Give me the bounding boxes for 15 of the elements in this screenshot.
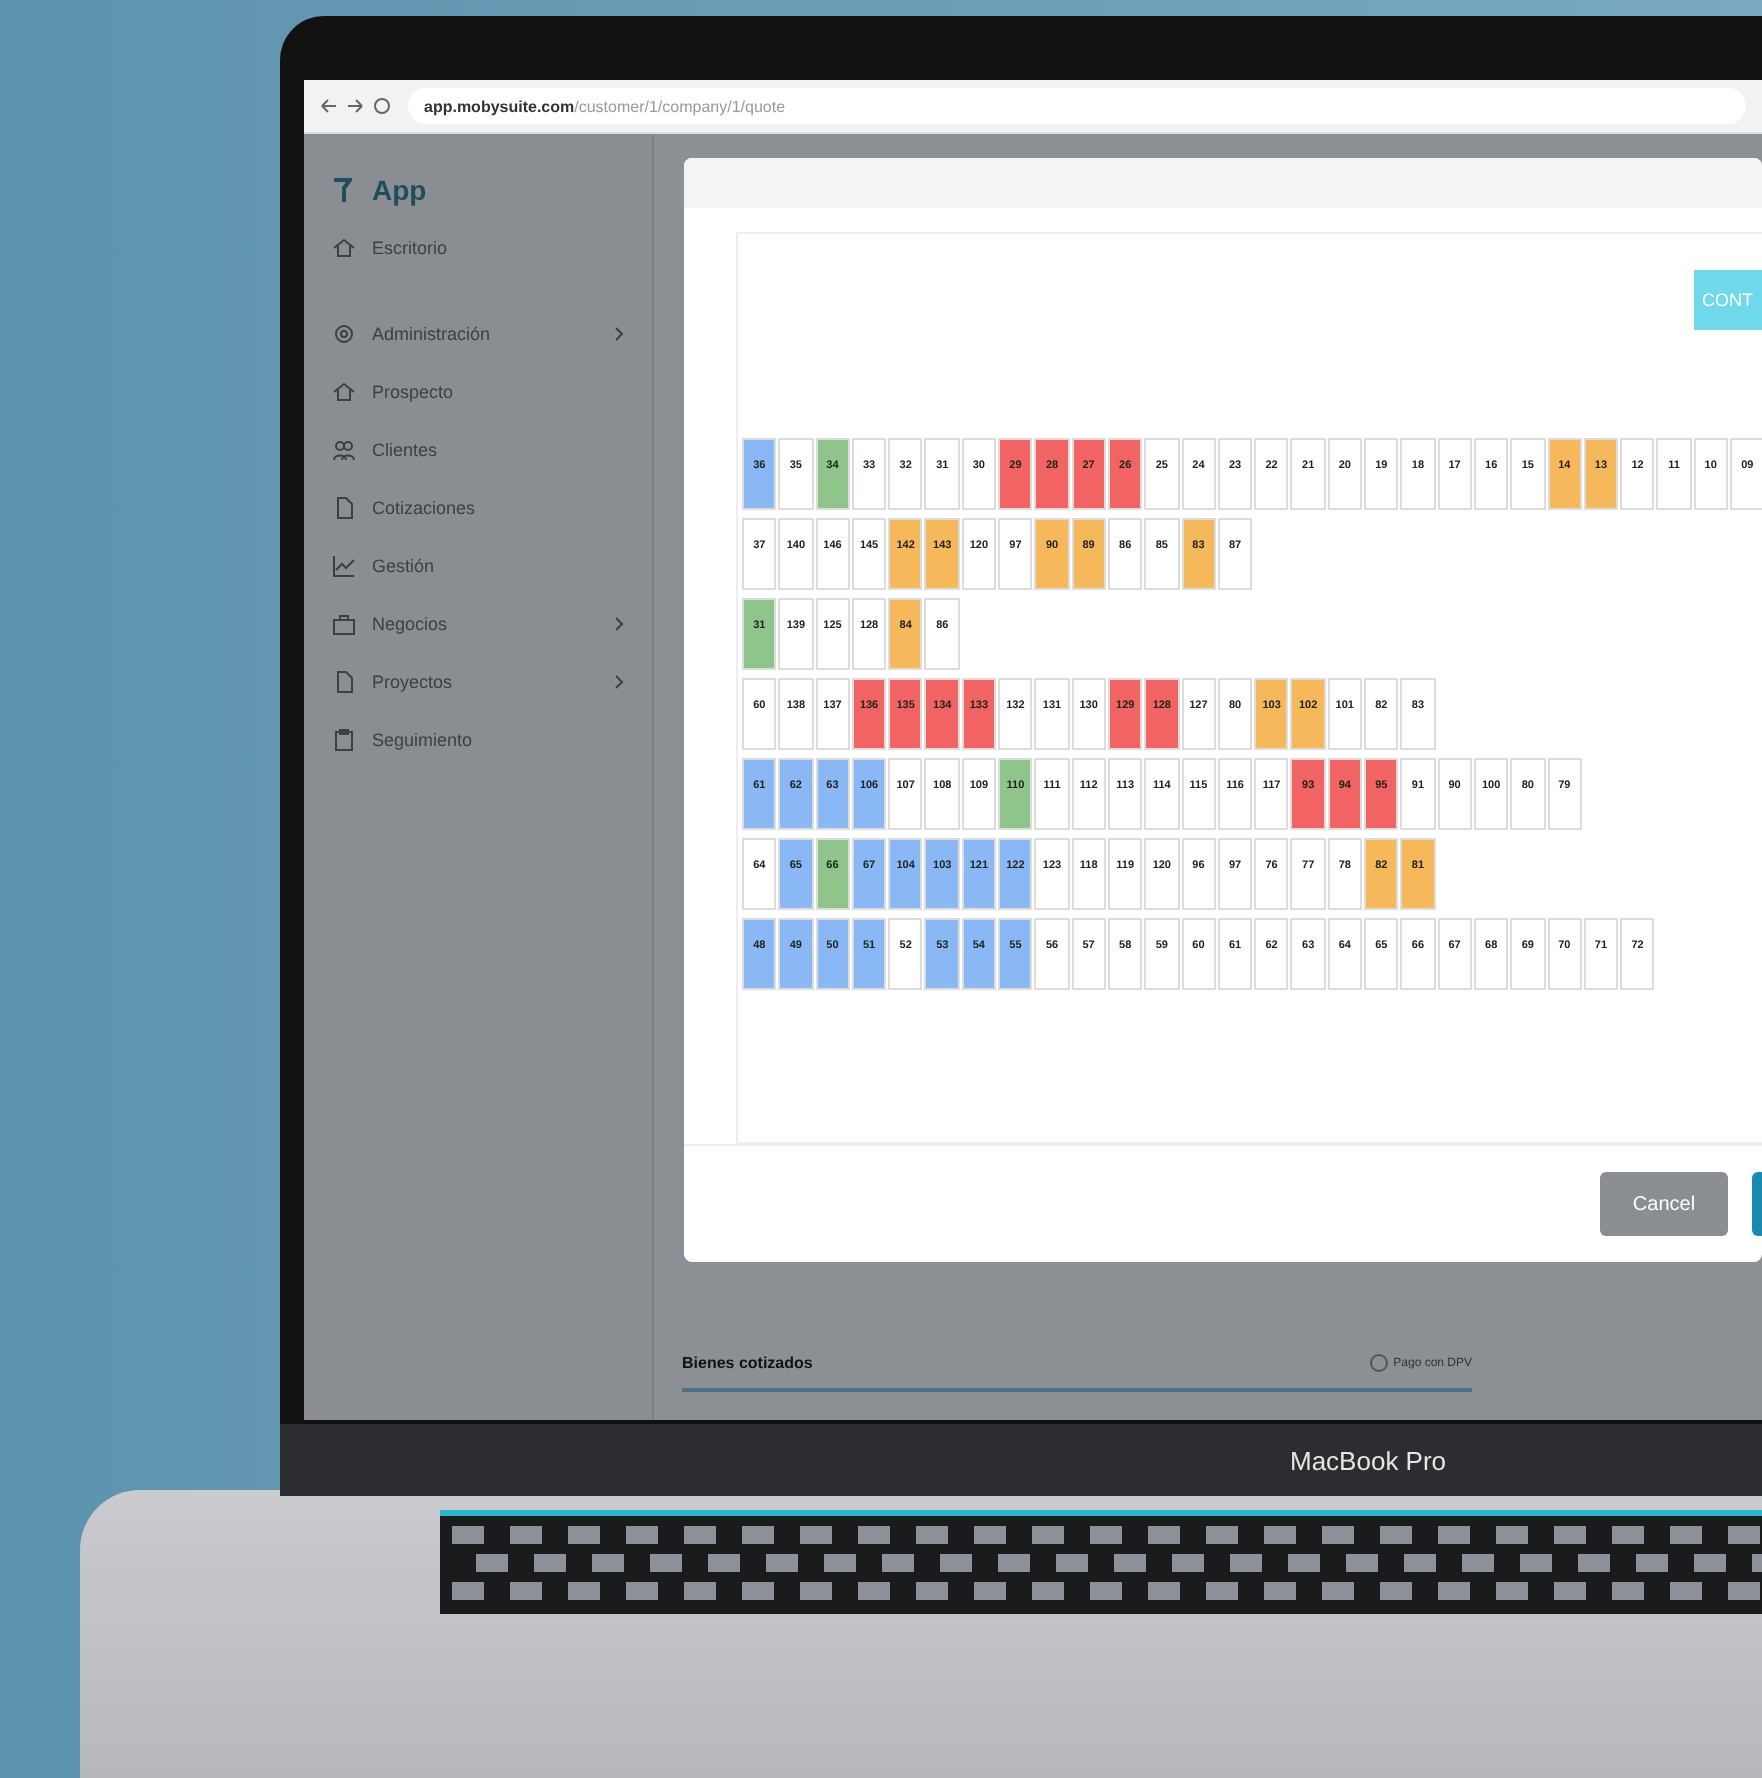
- section-title: Bienes cotizados: [682, 1354, 813, 1372]
- logo-icon: [332, 176, 352, 204]
- brand-name: App: [372, 174, 427, 206]
- home-icon: [332, 235, 356, 259]
- device-label: MacBook Pro: [1290, 1445, 1447, 1475]
- settings-icon: [332, 321, 356, 345]
- people-icon: [332, 437, 356, 461]
- document-icon: [332, 669, 356, 693]
- home-icon: [332, 379, 356, 403]
- briefcase-icon: [332, 611, 356, 635]
- url-field[interactable]: app.mobysuite.com/customer/1/company/1/quote: [408, 88, 1746, 124]
- clipboard-icon: [332, 727, 356, 751]
- document-icon: [332, 495, 356, 519]
- chart-icon: [332, 553, 356, 577]
- navigation-icon: [320, 96, 392, 116]
